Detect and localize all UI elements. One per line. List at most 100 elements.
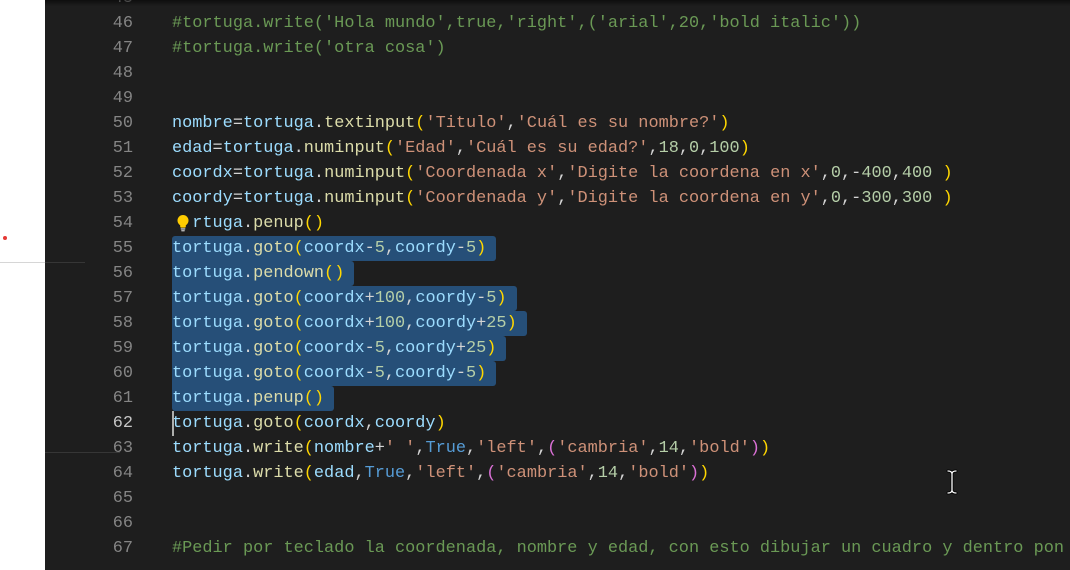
line-number[interactable]: 59 <box>45 336 133 361</box>
code-line[interactable]: 51 edad=tortuga.numinput('Edad','Cuál es … <box>45 136 1070 161</box>
code-line[interactable]: 57 tortuga.goto(coordx+100,coordy-5) <box>45 285 1070 311</box>
line-number[interactable]: 64 <box>45 461 133 486</box>
token-variable: coordy <box>395 238 456 258</box>
code-line[interactable]: 50 nombre=tortuga.textinput('Titulo','Cuá… <box>45 111 1070 136</box>
token-function: numinput <box>324 163 406 183</box>
line-content[interactable] <box>172 86 1070 111</box>
divider-line <box>45 262 85 263</box>
code-line[interactable]: 60 tortuga.goto(coordx-5,coordy-5) <box>45 360 1070 386</box>
line-number[interactable]: 67 <box>45 536 133 561</box>
line-content[interactable]: #Pedir por teclado la coordenada, nombre… <box>172 536 1070 561</box>
token-function: penup <box>253 213 304 233</box>
line-number[interactable]: 52 <box>45 161 133 186</box>
code-editor[interactable]: 4546#tortuga.write('Hola mundo',true,'ri… <box>45 0 1070 570</box>
token-operator: , <box>699 138 710 158</box>
code-line[interactable]: 62 tortuga.goto(coordx,coordy) <box>45 410 1070 436</box>
code-line[interactable]: 49 <box>45 86 1070 111</box>
code-line[interactable]: 56 tortuga.pendown() <box>45 260 1070 286</box>
token-variable: tortuga <box>172 338 243 358</box>
token-variable: tortuga <box>172 263 243 283</box>
line-content[interactable] <box>172 486 1070 511</box>
line-content[interactable]: tortuga.penup() <box>172 385 1070 411</box>
line-content[interactable]: tortuga.penup() <box>172 211 1070 236</box>
code-line[interactable]: 52 coordx=tortuga.numinput('Coordenada x'… <box>45 161 1070 186</box>
line-content[interactable]: tortuga.write(edad,True,'left',('cambria… <box>172 461 1070 486</box>
line-number[interactable]: 57 <box>45 286 133 311</box>
line-number[interactable]: 53 <box>45 186 133 211</box>
token-bracket: ) <box>719 113 730 133</box>
line-content[interactable]: tortuga.goto(coordx-5,coordy-5) <box>172 360 1070 386</box>
code-line[interactable]: 59 tortuga.goto(coordx-5,coordy+25) <box>45 335 1070 361</box>
line-number[interactable]: 51 <box>45 136 133 161</box>
code-line[interactable]: 55 tortuga.goto(coordx-5,coordy-5) <box>45 235 1070 261</box>
token-variable: tortuga <box>172 463 243 483</box>
line-number[interactable]: 60 <box>45 361 133 386</box>
token-bracket: ( <box>293 363 304 383</box>
red-dot-icon <box>3 236 7 240</box>
lightbulb-icon[interactable] <box>173 212 192 234</box>
line-content[interactable]: tortuga.goto(coordx-5,coordy-5) <box>172 235 1070 261</box>
token-string: 'left' <box>476 438 537 458</box>
code-line[interactable]: 65 <box>45 486 1070 511</box>
line-number[interactable]: 65 <box>45 486 133 511</box>
line-number[interactable]: 66 <box>45 511 133 536</box>
code-line[interactable]: 58 tortuga.goto(coordx+100,coordy+25) <box>45 310 1070 336</box>
line-number[interactable]: 54 <box>45 211 133 236</box>
line-number[interactable]: 49 <box>45 86 133 111</box>
code-line[interactable]: 47 #tortuga.write('otra cosa') <box>45 36 1070 61</box>
line-content[interactable]: #tortuga.write('otra cosa') <box>172 36 1070 61</box>
line-number[interactable]: 63 <box>45 436 133 461</box>
line-number[interactable]: 61 <box>45 386 133 411</box>
token-number: 0 <box>689 138 700 158</box>
line-content[interactable]: tortuga.pendown() <box>172 260 1070 286</box>
token-function: textinput <box>324 113 416 133</box>
line-content[interactable]: coordy=tortuga.numinput('Coordenada y','… <box>172 186 1070 211</box>
token-bracket: ( <box>303 438 314 458</box>
token-function: goto <box>253 363 294 383</box>
line-number[interactable]: 48 <box>45 61 133 86</box>
token-string: 'Digite la coordena en x' <box>567 163 821 183</box>
line-number[interactable]: 47 <box>45 36 133 61</box>
token-variable: edad <box>172 138 213 158</box>
code-line[interactable]: 64 tortuga.write(edad,True,'left',('cambr… <box>45 461 1070 486</box>
token-operator: , <box>384 338 396 358</box>
token-operator: . <box>242 313 254 333</box>
token-bracket: ) <box>942 188 953 208</box>
line-number[interactable]: 55 <box>45 236 133 261</box>
code-line[interactable]: 48 <box>45 61 1070 86</box>
line-code: tortuga.goto(coordx+100,coordy-5) <box>172 289 507 308</box>
code-line[interactable]: 61 tortuga.penup() <box>45 385 1070 411</box>
token-variable: coordx <box>303 238 365 258</box>
code-line[interactable]: 46 #tortuga.write('Hola mundo',true,'righ… <box>45 11 1070 36</box>
line-content[interactable]: coordx=tortuga.numinput('Coordenada x','… <box>172 161 1070 186</box>
line-content[interactable]: tortuga.goto(coordx-5,coordy+25) <box>172 335 1070 361</box>
token-variable: nombre <box>313 438 375 458</box>
line-content[interactable]: tortuga.write(nombre+' ',True,'left',('c… <box>172 436 1070 461</box>
line-content[interactable]: tortuga.goto(coordx,coordy) <box>172 410 1070 436</box>
divider-line <box>0 262 45 263</box>
line-content[interactable]: edad=tortuga.numinput('Edad','Cuál es su… <box>172 136 1070 161</box>
token-variable: tortuga <box>242 113 314 133</box>
line-content[interactable]: #tortuga.write('Hola mundo',true,'right'… <box>172 11 1070 36</box>
token-bracket: ( <box>405 188 416 208</box>
line-content[interactable]: tortuga.goto(coordx+100,coordy-5) <box>172 285 1070 311</box>
token-number: 5 <box>466 363 477 383</box>
line-content[interactable]: nombre=tortuga.textinput('Titulo','Cuál … <box>172 111 1070 136</box>
line-number[interactable]: 58 <box>45 311 133 336</box>
line-number[interactable]: 46 <box>45 11 133 36</box>
code-line[interactable]: 54 tortuga.penup() <box>45 211 1070 236</box>
code-line[interactable]: 67 #Pedir por teclado la coordenada, nomb… <box>45 536 1070 561</box>
line-number[interactable]: 62 <box>45 411 133 436</box>
token-string: 'Coordenada x' <box>415 163 558 183</box>
line-content[interactable] <box>172 511 1070 536</box>
line-content[interactable]: tortuga.goto(coordx+100,coordy+25) <box>172 310 1070 336</box>
token-function: write <box>253 463 304 483</box>
code-line[interactable]: 66 <box>45 511 1070 536</box>
line-number[interactable]: 50 <box>45 111 133 136</box>
code-line[interactable]: 63 tortuga.write(nombre+' ',True,'left',(… <box>45 436 1070 461</box>
code-line[interactable]: 53 coordy=tortuga.numinput('Coordenada y'… <box>45 186 1070 211</box>
line-number[interactable]: 56 <box>45 261 133 286</box>
line-content[interactable] <box>172 61 1070 86</box>
token-variable: coordx <box>303 338 365 358</box>
token-bracket-nested: ) <box>749 438 761 458</box>
